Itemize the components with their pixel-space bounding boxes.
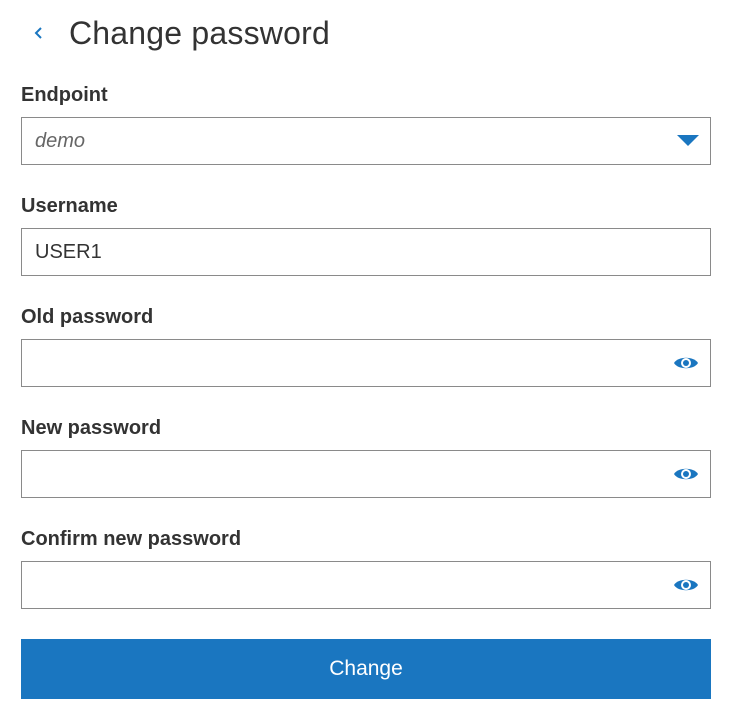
old-password-input-box	[21, 339, 711, 387]
caret-down-icon[interactable]	[668, 118, 708, 164]
eye-icon[interactable]	[666, 451, 706, 497]
old-password-field: Old password	[21, 304, 711, 387]
confirm-password-label: Confirm new password	[21, 528, 242, 550]
new-password-input[interactable]	[22, 451, 666, 497]
endpoint-select[interactable]: demo	[21, 117, 711, 165]
username-label: Username	[21, 195, 118, 217]
confirm-password-field: Confirm new password	[21, 526, 711, 609]
new-password-input-box	[21, 450, 711, 498]
confirm-password-input[interactable]	[22, 562, 666, 608]
page-title: Change password	[69, 14, 330, 51]
endpoint-label: Endpoint	[21, 84, 108, 106]
confirm-password-input-box	[21, 561, 711, 609]
endpoint-selected-value: demo	[35, 129, 86, 152]
endpoint-field: Endpoint demo	[21, 82, 711, 165]
new-password-field: New password	[21, 415, 711, 498]
back-button[interactable]	[21, 15, 57, 51]
eye-icon[interactable]	[666, 340, 706, 386]
username-input[interactable]	[22, 229, 710, 275]
eye-icon[interactable]	[666, 562, 706, 608]
new-password-label: New password	[21, 417, 162, 439]
old-password-label: Old password	[21, 306, 154, 328]
username-input-box	[21, 228, 711, 276]
chevron-left-icon	[34, 27, 42, 39]
change-button[interactable]: Change	[21, 639, 711, 699]
page-header: Change password	[21, 10, 330, 56]
old-password-input[interactable]	[22, 340, 666, 386]
username-field: Username	[21, 193, 711, 276]
